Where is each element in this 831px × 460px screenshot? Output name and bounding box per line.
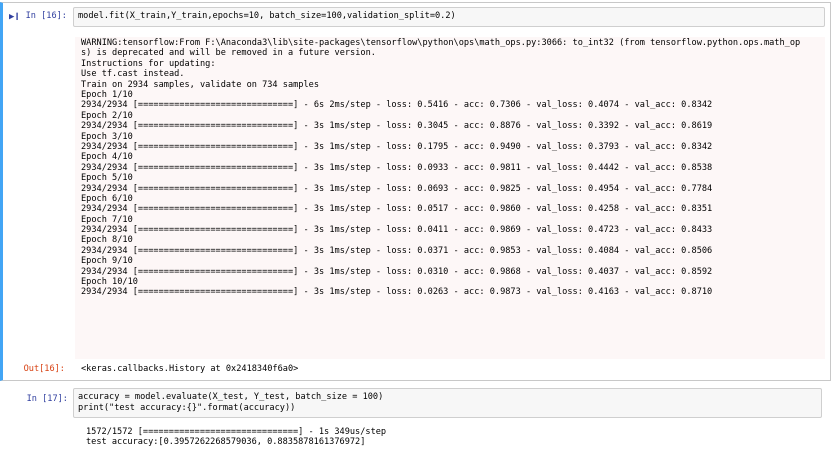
epoch-label: Epoch 4/10 — [81, 152, 133, 163]
warning-line: s) is deprecated and will be removed in … — [81, 48, 376, 59]
code-cell-16[interactable]: ▶❙ In [16]: model.fit(X_train,Y_train,ep… — [0, 2, 831, 381]
stream-output: 1572/1572 [=============================… — [86, 427, 386, 448]
epoch-label: Epoch 5/10 — [81, 173, 133, 184]
code-line-1: accuracy = model.evaluate(X_test, Y_test… — [78, 392, 384, 402]
in-prompt: In [17]: — [26, 394, 68, 404]
epoch-log: Epoch 1/10 2934/2934 [===================… — [81, 90, 712, 298]
stream-line: test accuracy:[0.3957262268579036, 0.883… — [86, 437, 366, 448]
code-input[interactable]: model.fit(X_train,Y_train,epochs=10, bat… — [73, 7, 825, 27]
epoch-label: Epoch 2/10 — [81, 110, 133, 121]
code-input[interactable]: accuracy = model.evaluate(X_test, Y_test… — [73, 388, 822, 418]
warning-line: Use tf.cast instead. — [81, 69, 185, 80]
epoch-progress: 2934/2934 [=============================… — [81, 225, 713, 236]
epoch-label: Epoch 1/10 — [81, 90, 133, 100]
epoch-label: Epoch 7/10 — [81, 214, 133, 225]
warning-line: Instructions for updating: — [81, 58, 216, 69]
epoch-progress: 2934/2934 [=============================… — [81, 204, 713, 215]
epoch-progress: 2934/2934 [=============================… — [81, 121, 713, 132]
epoch-progress: 2934/2934 [=============================… — [81, 100, 713, 111]
warning-line: WARNING:tensorflow:From F:\Anaconda3\lib… — [81, 38, 801, 48]
warning-line: Train on 2934 samples, validate on 734 s… — [81, 79, 319, 90]
epoch-progress: 2934/2934 [=============================… — [81, 245, 713, 256]
epoch-progress: 2934/2934 [=============================… — [81, 266, 713, 277]
code-text: model.fit(X_train,Y_train,epochs=10, bat… — [78, 11, 456, 21]
warning-text: WARNING:tensorflow:From F:\Anaconda3\lib… — [81, 38, 800, 90]
out-prompt: Out[16]: — [23, 364, 65, 374]
epoch-label: Epoch 9/10 — [81, 256, 133, 267]
epoch-label: Epoch 3/10 — [81, 131, 133, 142]
stream-line: 1572/1572 [=============================… — [86, 427, 387, 437]
epoch-label: Epoch 8/10 — [81, 235, 133, 246]
epoch-progress: 2934/2934 [=============================… — [81, 162, 713, 173]
in-prompt: In [16]: — [25, 11, 67, 21]
epoch-progress: 2934/2934 [=============================… — [81, 183, 713, 194]
stderr-output: WARNING:tensorflow:From F:\Anaconda3\lib… — [75, 37, 825, 359]
epoch-label: Epoch 6/10 — [81, 193, 133, 204]
epoch-progress: 2934/2934 [=============================… — [81, 141, 713, 152]
code-cell-17[interactable]: In [17]: accuracy = model.evaluate(X_tes… — [0, 386, 831, 458]
epoch-label: Epoch 10/10 — [81, 277, 138, 288]
epoch-progress: 2934/2934 [=============================… — [81, 287, 713, 298]
out-value: <keras.callbacks.History at 0x2418340f6a… — [81, 364, 299, 374]
code-line-2: print("test accuracy:{}".format(accuracy… — [78, 402, 296, 413]
